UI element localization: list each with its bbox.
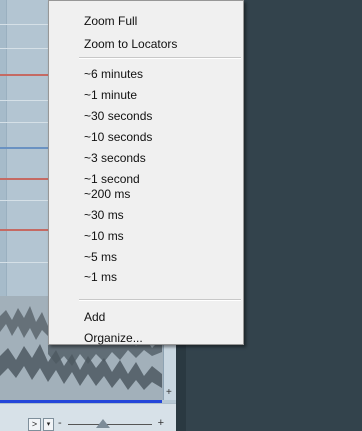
menu-item-6-minutes[interactable]: ~6 minutes [84,64,143,84]
zoom-presets-dropdown[interactable]: ▾ [43,418,54,431]
menu-item-organize[interactable]: Organize... [84,328,143,348]
menu-item-5-ms[interactable]: ~5 ms [84,247,117,267]
horizontal-zoom-slider[interactable]: - + [56,417,164,430]
zoom-slider-track [68,424,152,425]
zoom-context-menu: Zoom Full Zoom to Locators ~6 minutes ~1… [48,0,244,345]
menu-item-200-ms[interactable]: ~200 ms [84,184,130,204]
zoom-slider-thumb[interactable] [96,419,110,428]
menu-item-add[interactable]: Add [84,307,105,327]
menu-item-1-ms[interactable]: ~1 ms [84,267,117,287]
scroll-right-button[interactable]: > [28,418,41,431]
menu-separator [79,299,241,301]
add-track-plus[interactable]: + [166,388,172,398]
menu-item-30-seconds[interactable]: ~30 seconds [84,106,152,126]
menu-item-zoom-to-locators[interactable]: Zoom to Locators [84,34,177,54]
menu-item-10-seconds[interactable]: ~10 seconds [84,127,152,147]
menu-item-10-ms[interactable]: ~10 ms [84,226,124,246]
zoom-in-glyph[interactable]: + [158,417,164,429]
menu-item-3-seconds[interactable]: ~3 seconds [84,148,146,168]
zoom-out-glyph[interactable]: - [58,417,62,429]
menu-item-1-minute[interactable]: ~1 minute [84,85,137,105]
menu-item-zoom-full[interactable]: Zoom Full [84,11,137,31]
menu-separator [79,57,241,59]
menu-item-30-ms[interactable]: ~30 ms [84,205,124,225]
